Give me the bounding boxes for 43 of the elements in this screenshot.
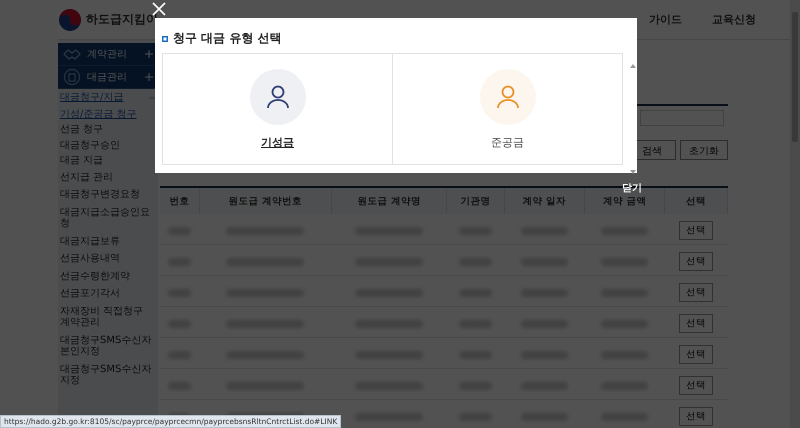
column-header: 계약 일자 [504,187,584,214]
select-button[interactable]: 선택 [679,252,714,271]
column-header: 번호 [160,187,200,214]
submenu-item[interactable]: 대금 지급 [58,153,158,168]
select-button[interactable]: 선택 [679,407,714,426]
column-header: 기관명 [446,187,504,214]
menu-item[interactable]: 선금사용내역 [58,250,158,268]
menu-item[interactable]: 선지급 관리 [58,168,158,186]
menu-item[interactable]: 선금수령한계약 [58,268,158,285]
scrollbar[interactable] [790,0,800,428]
logo-icon [58,8,82,32]
nav-link[interactable]: 교육신청 [712,12,756,27]
close-link[interactable]: 닫기 [622,181,642,195]
column-header: 원도급 계약번호 [199,187,332,214]
menu-item[interactable]: 대금청구SMS수신자본인지정 [58,332,158,360]
menu-item[interactable]: 선금포기각서 [58,285,158,302]
menu-item[interactable]: 대금청구SMS수신자지정 [58,360,158,390]
column-header: 원도급 계약명 [332,187,447,214]
select-button[interactable]: 선택 [679,345,714,364]
submenu-item[interactable]: 선금 청구 [58,122,158,138]
plus-icon [145,50,153,58]
select-button[interactable]: 선택 [679,376,714,395]
nav-link[interactable]: 가이드 [649,12,682,27]
scroll-down-icon[interactable] [630,170,636,174]
submenu-item[interactable]: 기성/준공금 청구 [58,106,158,122]
select-button[interactable]: 선택 [679,221,714,240]
column-header: 선택 [664,187,728,214]
submenu-item[interactable]: 대금청구승인 [58,138,158,153]
menu-item[interactable]: 대금지급소급승인요청 [58,204,158,232]
menu-section[interactable]: 계약관리 [58,43,158,66]
select-button[interactable]: 선택 [679,314,714,333]
menu-group[interactable]: 대금청구/지급 [58,89,158,106]
menu-item[interactable]: 대금지급보류 [58,232,158,250]
menu-section[interactable]: 대금관리 [58,66,158,89]
square-bullet-icon [162,36,168,42]
site-logo-text[interactable]: 하도급지킴이 [86,11,158,28]
menu-item[interactable]: 자재장비 직접청구 계약관리 [58,302,158,332]
search-button[interactable]: 초기화 [680,140,728,160]
modal-title: 청구 대금 유형 선택 [173,30,282,47]
menu-item[interactable]: 대금청구변경요청 [58,186,158,204]
select-button[interactable]: 선택 [679,283,714,302]
scroll-up-icon[interactable] [630,64,636,68]
plus-icon [145,73,153,81]
